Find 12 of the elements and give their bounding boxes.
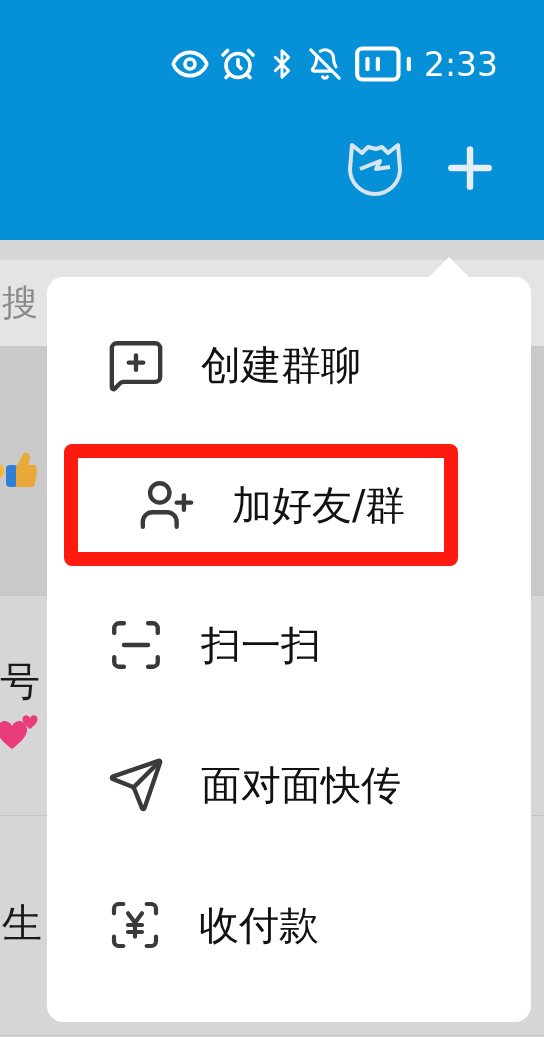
search-hint: 搜 [1, 285, 38, 321]
menu-item[interactable]: 创建群聊 [47, 305, 531, 425]
chat-title: 号 [0, 660, 40, 701]
menu-item[interactable]: 收付款 [47, 865, 531, 985]
bell-off-icon [307, 47, 342, 81]
chat-title: 生 [1, 902, 42, 943]
clock-time: 2:33 [423, 47, 498, 81]
menu-item[interactable]: 扫一扫 [47, 585, 531, 705]
menu-item[interactable]: 面对面快传 [47, 725, 531, 845]
alarm-icon [219, 46, 256, 82]
paper-plane-icon [107, 756, 165, 814]
menu-item[interactable]: 加好友/群 [64, 444, 458, 566]
